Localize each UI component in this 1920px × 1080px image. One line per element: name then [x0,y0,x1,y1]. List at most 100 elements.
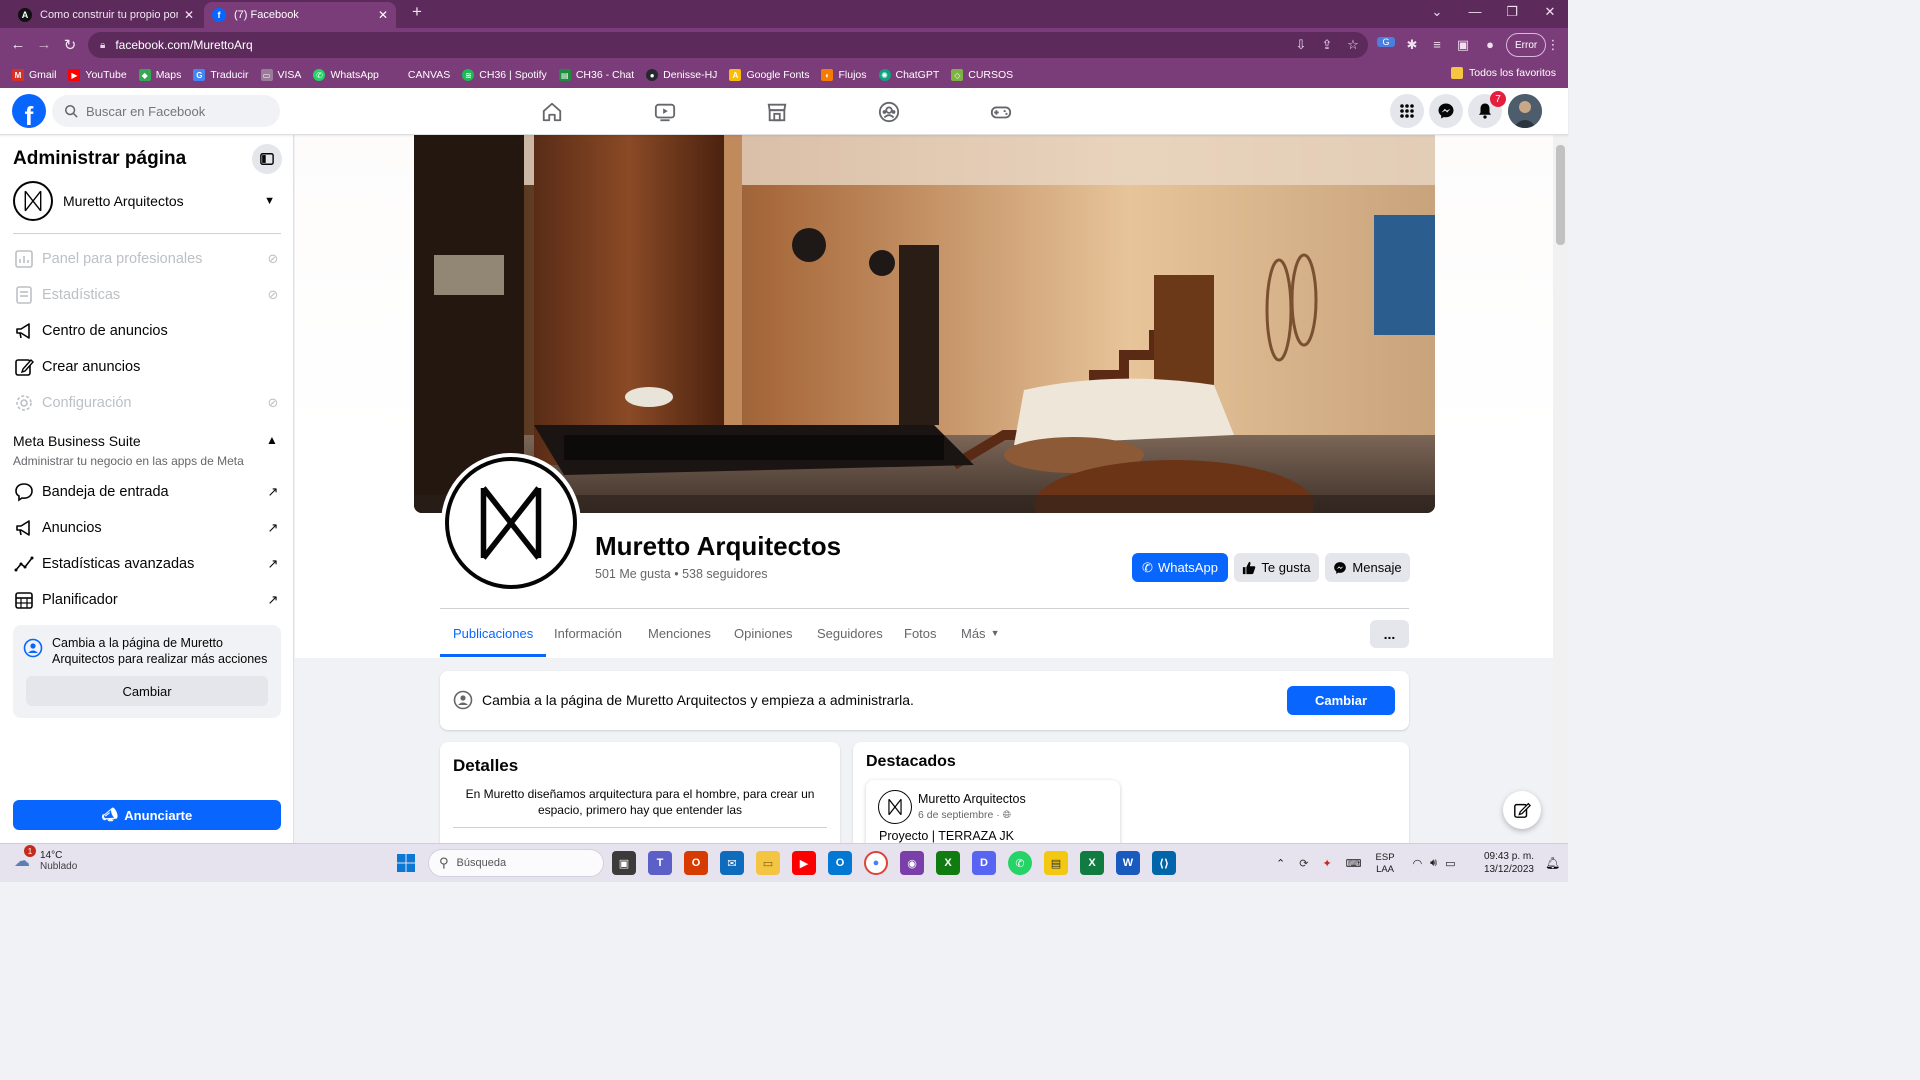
bookmark-canvas[interactable]: CANVAS [391,69,450,81]
bookmark-gmail[interactable]: M Gmail [12,69,56,81]
close-window-icon[interactable]: ✕ [1535,4,1565,20]
caret-down-icon[interactable]: ▼ [264,195,275,207]
vscode-icon[interactable]: ⟨⟩ [1152,851,1176,875]
collapse-sidebar-button[interactable] [252,144,282,174]
page-scrollbar[interactable] [1553,135,1568,843]
extensions-icon[interactable]: ✱ [1403,37,1421,53]
tab-about[interactable]: Información [554,619,622,657]
search-input[interactable] [86,103,266,119]
bookmark-ch36-chat[interactable]: ▤ CH36 - Chat [558,69,634,81]
mail-icon[interactable]: ✉ [720,851,744,875]
switch-banner-button[interactable]: Cambiar [1287,686,1395,715]
browser-tab-active[interactable]: f (7) Facebook ✕ [204,2,396,28]
address-bar[interactable]: 🔒︎ facebook.com/MurettoArq [88,32,1368,58]
battery-icon[interactable]: ▭ [1445,857,1455,870]
bookmark-youtube[interactable]: ▶ YouTube [68,69,127,81]
search-box[interactable] [52,95,280,127]
tab-mentions[interactable]: Menciones [648,619,711,657]
nav-gaming[interactable] [988,99,1014,125]
like-button[interactable]: Te gusta [1234,553,1319,582]
bookmark-google-fonts[interactable]: A Google Fonts [729,69,809,81]
taskbar-search[interactable]: ⚲ Búsqueda [428,849,604,877]
bookmark-star-icon[interactable]: ☆ [1344,37,1362,53]
site-info-icon[interactable]: 🔒︎ [100,40,105,51]
show-hidden-icons-icon[interactable]: ⌃ [1276,857,1285,870]
excel-icon[interactable]: X [1080,851,1104,875]
install-app-icon[interactable]: ⇩ [1292,37,1310,53]
side-panel-icon[interactable]: ▣ [1454,37,1472,53]
sidebar-item-inbox[interactable]: Bandeja de entrada ↗ [13,476,281,508]
task-view-icon[interactable]: ▣ [612,851,636,875]
account-avatar[interactable] [1508,94,1542,128]
page-switcher[interactable]: Muretto Arquitectos ▼ [13,181,281,221]
wifi-icon[interactable]: ◠ [1413,857,1423,870]
browser-menu-icon[interactable]: ⋮ [1544,37,1562,53]
facebook-logo[interactable]: f [12,94,46,128]
podcasts-icon[interactable]: ◉ [900,851,924,875]
sidebar-item-ads[interactable]: Anuncios ↗ [13,512,281,544]
all-bookmarks-folder[interactable]: Todos los favoritos [1451,67,1556,79]
word-icon[interactable]: W [1116,851,1140,875]
teams-icon[interactable]: T [648,851,672,875]
whatsapp-button[interactable]: ✆ WhatsApp [1132,553,1228,582]
nav-home[interactable] [539,99,565,125]
meta-business-suite-heading[interactable]: Meta Business Suite [13,433,141,449]
sync-icon[interactable]: ⟳ [1299,857,1308,870]
file-explorer-icon[interactable]: ▭ [756,851,780,875]
post-author[interactable]: Muretto Arquitectos [918,792,1026,806]
post-date[interactable]: 6 de septiembre · 🌐︎ [918,809,1011,822]
sidebar-item-create-ads[interactable]: Crear anuncios [13,351,281,383]
sidebar-item-advanced-insights[interactable]: Estadísticas avanzadas ↗ [13,548,281,580]
close-tab-icon[interactable]: ✕ [184,8,194,22]
profile-avatar-icon[interactable]: ● [1481,37,1499,52]
likes-followers-count[interactable]: 501 Me gusta • 538 seguidores [595,567,768,581]
xbox-icon[interactable]: X [936,851,960,875]
share-icon[interactable]: ⇪ [1318,37,1336,53]
switch-button[interactable]: Cambiar [26,676,268,706]
reload-icon[interactable]: ↻ [60,36,80,54]
sticky-notes-icon[interactable]: ▤ [1044,851,1068,875]
message-button[interactable]: Mensaje [1325,553,1410,582]
menu-button[interactable] [1390,94,1424,128]
bookmark-maps[interactable]: ◆ Maps [138,69,181,81]
chevron-up-icon[interactable]: ▲ [266,433,278,447]
promote-button[interactable]: 📣︎ Anunciarte [13,800,281,830]
clock[interactable]: 09:43 p. m. 13/12/2023 [1478,850,1534,876]
office-icon[interactable]: O [684,851,708,875]
whatsapp-app-icon[interactable]: ✆ [1008,851,1032,875]
nav-groups[interactable] [876,99,902,125]
bookmark-whatsapp[interactable]: ✆ WhatsApp [313,69,379,81]
weather-widget[interactable]: ☁ 1 14°C Nublado [14,845,77,872]
chrome-icon[interactable]: ● [864,851,888,875]
new-message-button[interactable] [1503,791,1541,829]
keyboard-icon[interactable]: ⌨ [1346,857,1362,870]
bookmark-chatgpt[interactable]: ✺ ChatGPT [878,69,939,81]
volume-icon[interactable]: 🔊︎ [1430,857,1437,870]
notifications-center-icon[interactable]: 🔔︎ [1545,856,1560,870]
forward-icon[interactable]: → [34,36,54,53]
tab-followers[interactable]: Seguidores [817,619,883,657]
bookmark-spotify[interactable]: ≋ CH36 | Spotify [462,69,547,81]
tab-reviews[interactable]: Opiniones [734,619,793,657]
restore-icon[interactable]: ❐ [1497,4,1527,20]
youtube-app-icon[interactable]: ▶ [792,851,816,875]
sidebar-item-ad-center[interactable]: Centro de anuncios [13,315,281,347]
profile-picture[interactable] [441,453,581,593]
more-options-button[interactable]: ... [1370,620,1409,648]
minimize-icon[interactable]: — [1460,4,1490,19]
browser-error-chip[interactable]: Error [1506,33,1547,57]
security-icon[interactable]: ✦ [1322,857,1331,870]
start-button[interactable] [394,851,418,875]
cover-photo[interactable] [414,135,1435,513]
sidebar-item-planner[interactable]: Planificador ↗ [13,584,281,616]
translate-extension-icon[interactable]: G [1377,37,1395,47]
tab-search-icon[interactable]: ⌄ [1422,4,1452,20]
close-tab-icon[interactable]: ✕ [378,8,388,22]
nav-marketplace[interactable] [764,99,790,125]
tab-posts[interactable]: Publicaciones [440,619,547,657]
new-tab-icon[interactable]: + [402,2,432,22]
nav-video[interactable] [652,99,678,125]
featured-post[interactable]: Muretto Arquitectos 6 de septiembre · 🌐︎… [866,780,1120,843]
discord-icon[interactable]: D [972,851,996,875]
bookmark-flujos[interactable]: ◐ Flujos [821,69,867,81]
